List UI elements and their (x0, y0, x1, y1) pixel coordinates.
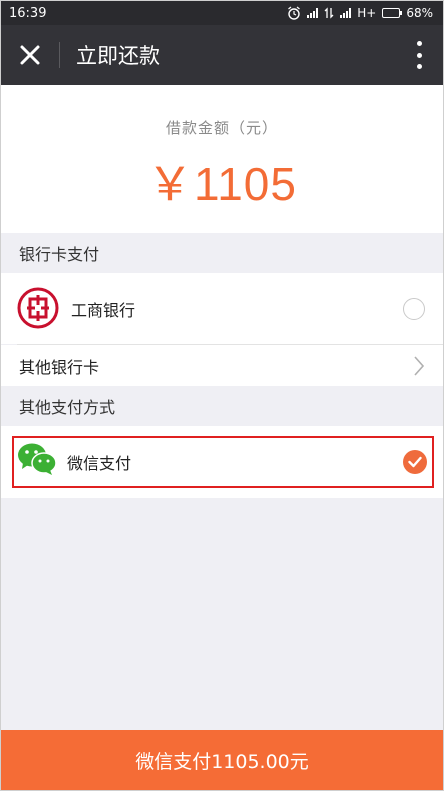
wechat-icon (18, 443, 57, 475)
status-time: 16:39 (9, 5, 47, 21)
radio-checked-icon[interactable] (403, 450, 427, 474)
pay-button[interactable]: 微信支付1105.00元 (1, 730, 443, 790)
payment-option-icbc[interactable]: 工商银行 (1, 273, 443, 344)
battery-icon (382, 8, 403, 18)
radio-unselected-icon[interactable] (403, 297, 425, 320)
signal-icon (307, 8, 319, 18)
close-icon (20, 45, 40, 65)
amount-value: ￥1105 (147, 158, 297, 210)
battery-percent: 68% (406, 6, 433, 20)
payment-option-label: 工商银行 (71, 300, 136, 320)
icbc-logo-icon (17, 287, 59, 329)
payment-option-label: 微信支付 (67, 454, 132, 473)
check-icon (408, 456, 422, 468)
payment-option-wechat[interactable]: 微信支付 (1, 426, 443, 498)
signal-icon-2 (340, 8, 352, 18)
data-transfer-icon (324, 7, 334, 19)
page-title: 立即还款 (76, 44, 160, 68)
amount-section: 借款金额（元） ￥1105 (1, 85, 443, 233)
payment-option-other-bank-card[interactable]: 其他银行卡 (1, 345, 443, 386)
title-bar: 立即还款 (1, 25, 443, 85)
bank-card-section-header: 银行卡支付 (1, 233, 443, 273)
amount-label: 借款金额（元） (165, 119, 278, 137)
more-button[interactable] (413, 41, 425, 69)
chevron-right-icon (414, 355, 425, 376)
screen: 16:39 H+ 68% 立即还款 借款金额（元） ￥1105 银行卡支付 工商… (0, 0, 444, 791)
alarm-icon (288, 6, 301, 20)
status-icons: H+ 68% (287, 6, 433, 20)
more-vertical-icon (416, 41, 422, 46)
other-payment-section-header: 其他支付方式 (1, 386, 443, 426)
payment-option-label: 其他银行卡 (19, 357, 100, 377)
network-type: H+ (357, 6, 377, 20)
status-bar: 16:39 H+ 68% (1, 1, 443, 25)
close-button[interactable] (1, 25, 59, 85)
title-divider (59, 42, 60, 68)
